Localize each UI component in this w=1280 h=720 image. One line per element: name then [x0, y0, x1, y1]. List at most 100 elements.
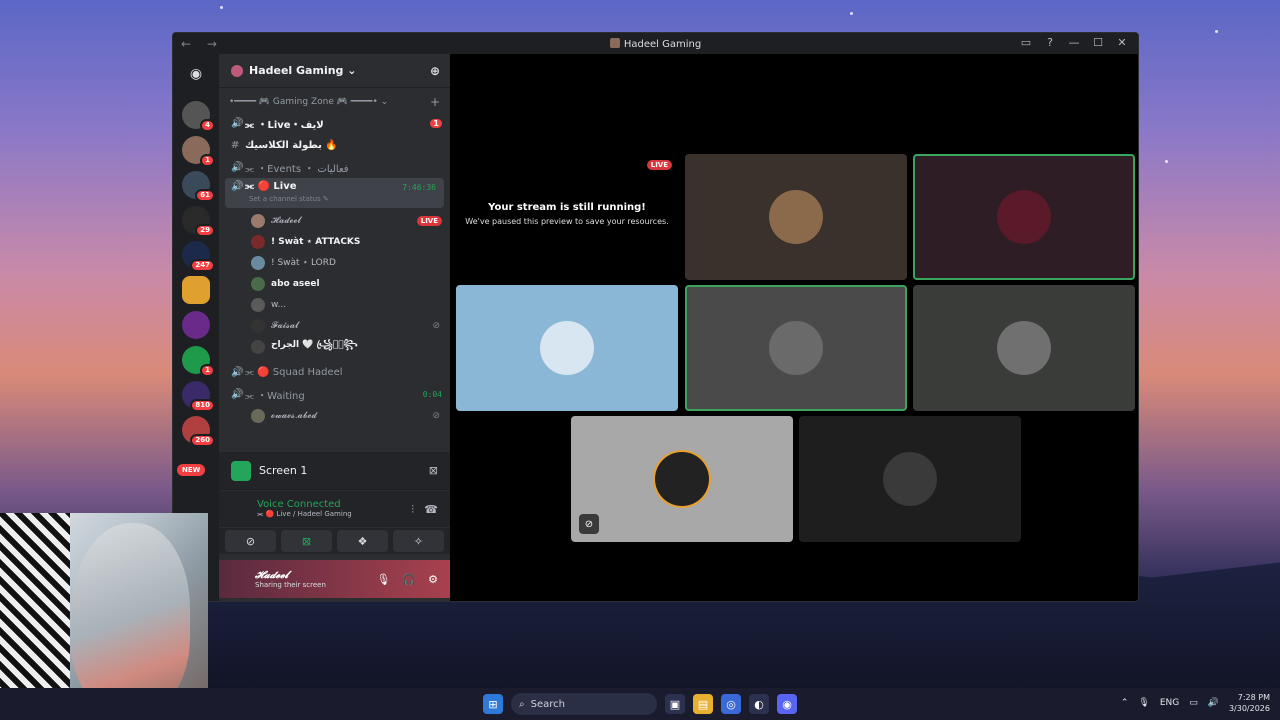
channel-status-input[interactable]: Set a channel status ✎ [249, 195, 329, 203]
taskbar-search[interactable]: ⌕ Search [511, 693, 657, 715]
server-name: Hadeel Gaming ⌄ [249, 64, 357, 77]
windows-start-icon[interactable]: ⊞ [483, 694, 503, 714]
discord-home-icon[interactable]: ◉ [182, 60, 210, 88]
face-image [70, 523, 190, 713]
server-icon-3[interactable]: 61 [182, 171, 215, 202]
avatar [251, 297, 265, 312]
disconnect-icon[interactable]: ☎ [424, 503, 438, 516]
badge: 1 [200, 364, 215, 377]
channel-classic-tournament[interactable]: # بطولة الكلاسيك 🔥 [219, 134, 450, 156]
voice-connection-panel: Voice Connected ⫘ 🔴 Live / Hadeel Gaming… [219, 491, 450, 527]
camera-button[interactable]: ⊘ [225, 530, 276, 552]
channel-squad-hadeel[interactable]: 🔊 ⫘ 🔴 Squad Hadeel [219, 361, 450, 383]
chrome-icon[interactable]: ◎ [721, 694, 741, 714]
badge: 4 [200, 119, 215, 132]
activities-button[interactable]: ❖ [337, 530, 388, 552]
voice-user[interactable]: w... [219, 294, 450, 315]
channel-events[interactable]: 🔊 ⫘ ・Events ・ فعاليات [219, 156, 450, 178]
window-title: Hadeel Gaming [173, 37, 1138, 50]
screen-share-label: Screen 1 [259, 464, 308, 477]
voice-user[interactable]: ! Swàt ⋆ ATTACKS [219, 231, 450, 252]
voice-user[interactable]: 𝓸𝔀𝓪𝓮𝓼.𝓪𝓫𝓮𝓭 ⊘ [219, 405, 450, 426]
speaker-icon: 🔊 [231, 117, 244, 129]
server-icon-8[interactable]: 1 [182, 346, 215, 377]
user-name: ! Swàt ⋆ LORD [271, 257, 336, 268]
category-gaming-zone[interactable]: •━━━━ 🎮 Gaming Zone 🎮 ━━━━• ⌄ + [219, 92, 450, 112]
headphones-icon[interactable]: 🎧 [402, 573, 416, 586]
badge: 810 [190, 399, 215, 412]
channel-waiting[interactable]: 🔊 ⫘ ・Waiting 0:04 [219, 383, 450, 405]
avatar [251, 408, 265, 423]
noise-suppression-icon[interactable]: ⫶ [411, 503, 414, 517]
server-header[interactable]: Hadeel Gaming ⌄ ⊕ [219, 54, 450, 88]
voice-status: Voice Connected [257, 499, 341, 510]
network-icon[interactable]: ▭ [1189, 698, 1198, 708]
soundboard-button[interactable]: ✧ [393, 530, 444, 552]
language-indicator[interactable]: ENG [1160, 698, 1179, 708]
user-panel: 𝓗𝓪𝓭𝓮𝓮𝓵 Sharing their screen 🎙 🎧 ⚙ [219, 560, 450, 598]
new-unreads-pill[interactable]: NEW [177, 464, 206, 476]
microphone-icon[interactable]: 🎙 [376, 573, 390, 586]
voice-user[interactable]: 𝓗𝓪𝓭𝓮𝓮𝓵 LIVE [219, 210, 450, 231]
channel-live-active[interactable]: 🔊 ⫘ 🔴 Live 7:46:36 Set a channel status … [225, 178, 444, 208]
settings-gear-icon[interactable]: ⚙ [428, 573, 438, 586]
participant-tile-speaking[interactable] [913, 154, 1135, 280]
share-screen-button[interactable]: ⊠ [281, 530, 332, 552]
invite-people-icon[interactable]: ⊕ [430, 64, 440, 78]
user-name: 𝓕𝓪𝓲𝓼𝓪𝓵 [271, 320, 299, 331]
minimize-icon[interactable]: — [1064, 36, 1084, 49]
file-explorer-icon[interactable]: ▤ [693, 694, 713, 714]
clock[interactable]: 7:28 PM 3/30/2026 [1229, 692, 1270, 714]
maximize-icon[interactable]: ☐ [1088, 36, 1108, 49]
server-icon-4[interactable]: 29 [182, 206, 215, 237]
avatar [251, 234, 265, 249]
channel-label: ⫘ ・Events ・ فعاليات [245, 163, 349, 175]
avatar [769, 190, 823, 244]
clock-time: 7:28 PM [1237, 693, 1270, 702]
server-icon-5[interactable]: 247 [182, 241, 215, 272]
voice-channel-link[interactable]: ⫘ 🔴 Live / Hadeel Gaming [257, 510, 450, 519]
voice-user[interactable]: الجراح 🤍 ꧁ꦿ۝ꦿ꧂ [219, 336, 450, 357]
mention-badge: 1 [430, 118, 442, 128]
close-icon[interactable]: ✕ [1112, 36, 1132, 49]
badge: 29 [195, 224, 215, 237]
participant-tile-speaking[interactable] [685, 285, 907, 411]
voice-action-buttons: ⊘ ⊠ ❖ ✧ [219, 528, 450, 554]
server-icon-6[interactable] [182, 276, 210, 304]
title-bar: ← → Hadeel Gaming ▭ ? — ☐ ✕ [173, 33, 1138, 54]
voice-user[interactable]: abo aseel [219, 273, 450, 294]
task-view-icon[interactable]: ▣ [665, 694, 685, 714]
discord-taskbar-icon[interactable]: ◉ [777, 694, 797, 714]
server-icon-10[interactable]: 260 [182, 416, 215, 447]
participant-tile[interactable] [913, 285, 1135, 411]
mic-tray-icon[interactable]: 🎙 [1138, 698, 1149, 708]
participant-tile[interactable] [685, 154, 907, 280]
avatar [540, 321, 594, 375]
user-info[interactable]: 𝓗𝓪𝓭𝓮𝓮𝓵 Sharing their screen [255, 570, 326, 589]
help-icon[interactable]: ? [1040, 36, 1060, 49]
stop-share-icon[interactable]: ⊠ [429, 464, 438, 477]
channel-sidebar: Hadeel Gaming ⌄ ⊕ •━━━━ 🎮 Gaming Zone 🎮 … [219, 54, 450, 601]
volume-icon[interactable]: 🔊 [1208, 698, 1219, 708]
inbox-icon[interactable]: ▭ [1016, 36, 1036, 49]
voice-user[interactable]: ! Swàt ⋆ LORD [219, 252, 450, 273]
server-icon-1[interactable]: 4 [182, 101, 215, 132]
participant-tile[interactable] [799, 416, 1021, 542]
user-name: abo aseel [271, 278, 320, 289]
clock-date: 3/30/2026 [1228, 704, 1270, 713]
server-icon-7[interactable] [182, 311, 210, 339]
stream-preview-tile[interactable]: LIVE Your stream is still running! We've… [456, 154, 678, 280]
create-channel-icon[interactable]: + [430, 95, 440, 109]
channel-live-arabic[interactable]: 🔊 ⫘ ・Live・لايف 1 [219, 112, 450, 134]
participant-tile[interactable]: ⊘ [571, 416, 793, 542]
screen-share-bar[interactable]: Screen 1 ⊠ [219, 452, 450, 490]
voice-user[interactable]: 𝓕𝓪𝓲𝓼𝓪𝓵 ⊘ [219, 315, 450, 336]
user-name: ! Swàt ⋆ ATTACKS [271, 236, 361, 247]
badge: 1 [200, 154, 215, 167]
server-icon-2[interactable]: 1 [182, 136, 215, 167]
steam-icon[interactable]: ◐ [749, 694, 769, 714]
show-hidden-icons-icon[interactable]: ⌃ [1121, 698, 1129, 708]
participant-tile[interactable] [456, 285, 678, 411]
server-icon-9[interactable]: 810 [182, 381, 215, 412]
user-name: 𝓗𝓪𝓭𝓮𝓮𝓵 [271, 215, 301, 226]
